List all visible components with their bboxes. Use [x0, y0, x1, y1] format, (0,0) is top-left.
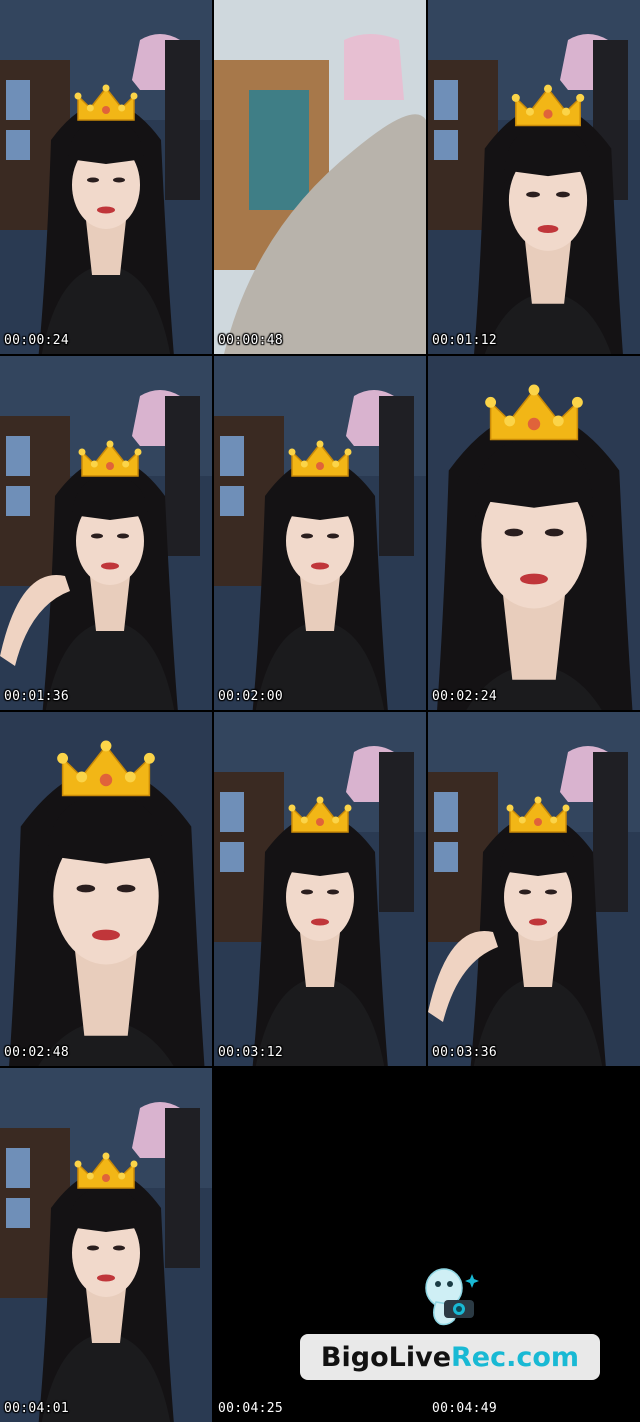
thumbnail-2[interactable]: 00:00:48 — [214, 0, 426, 354]
thumbnail-6[interactable]: 00:02:24 — [428, 356, 640, 710]
thumbnail-5[interactable]: 00:02:00 — [214, 356, 426, 710]
thumbnail-8[interactable]: 00:03:12 — [214, 712, 426, 1066]
timestamp-label: 00:02:24 — [432, 689, 498, 704]
timestamp-label: 00:02:48 — [4, 1045, 70, 1060]
timestamp-label: 00:00:48 — [218, 333, 284, 348]
bigo-mascot-camera-icon — [425, 1268, 479, 1326]
lips — [311, 562, 329, 570]
thumbnail-image — [428, 0, 640, 354]
lips — [311, 918, 329, 926]
thumbnail-image — [0, 1068, 212, 1422]
lips — [529, 918, 547, 926]
timestamp-label: 00:01:36 — [4, 689, 70, 704]
timestamp-label: 00:01:12 — [432, 333, 498, 348]
hanging-sweater — [344, 34, 404, 100]
lips — [101, 562, 119, 570]
thumbnail-image — [428, 356, 640, 710]
watermark-text-main: BigoLive — [320, 1341, 452, 1373]
thumbnail-image — [0, 356, 212, 710]
timestamp-label: 00:03:36 — [432, 1045, 498, 1060]
thumbnail-9[interactable]: 00:03:36 — [428, 712, 640, 1066]
timestamp-label: 00:00:24 — [4, 333, 70, 348]
timestamp-label: 00:04:01 — [4, 1401, 70, 1416]
thumbnail-1[interactable]: 00:00:24 — [0, 0, 212, 354]
watermark-banner: BigoLive Rec.com — [300, 1334, 600, 1380]
thumbnail-image — [0, 0, 212, 354]
thumbnail-image — [214, 712, 426, 1066]
thumbnail-image — [428, 712, 640, 1066]
thumbnail-grid: 00:00:24 00:00:48 00:01:12 00:01:36 00:0… — [0, 0, 640, 1422]
lips — [537, 224, 559, 234]
thumbnail-4[interactable]: 00:01:36 — [0, 356, 212, 710]
thumbnail-image — [214, 356, 426, 710]
timestamp-label: 00:03:12 — [218, 1045, 284, 1060]
thumbnail-7[interactable]: 00:02:48 — [0, 712, 212, 1066]
lips — [520, 573, 548, 585]
thumbnail-10[interactable]: 00:04:01 — [0, 1068, 212, 1422]
thumbnail-3[interactable]: 00:01:12 — [428, 0, 640, 354]
timestamp-label: 00:04:25 — [218, 1401, 284, 1416]
timestamp-label: 00:04:49 — [432, 1401, 498, 1416]
thumbnail-image — [0, 712, 212, 1066]
thumbnail-image — [214, 0, 426, 354]
timestamp-label: 00:02:00 — [218, 689, 284, 704]
lips — [97, 1274, 115, 1282]
watermark-text-accent: Rec.com — [451, 1341, 580, 1373]
bigoliverec-watermark: BigoLive Rec.com — [300, 1262, 600, 1382]
lips — [97, 206, 115, 214]
lips — [92, 929, 120, 941]
